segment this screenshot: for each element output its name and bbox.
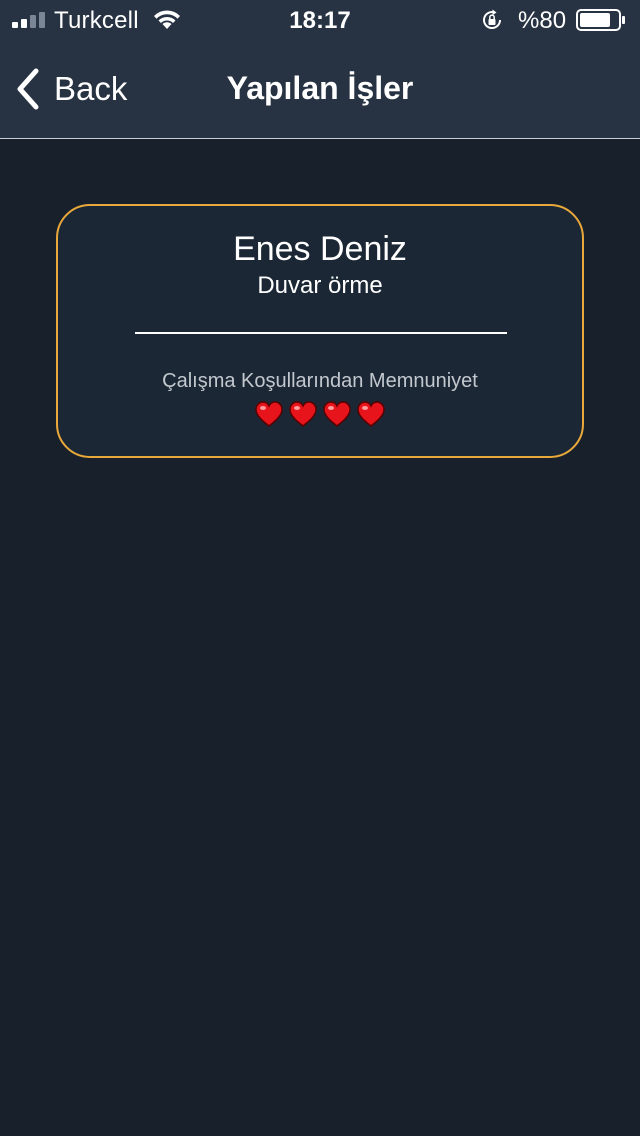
heart-icon (357, 401, 385, 428)
status-bar: Turkcell 18:17 %80 (0, 0, 640, 40)
heart-icon (323, 401, 351, 428)
worker-name: Enes Deniz (233, 230, 407, 268)
navigation-bar: Back Yapılan İşler (0, 40, 640, 138)
battery-percentage: %80 (518, 7, 567, 34)
heart-icon (255, 401, 283, 428)
satisfaction-label: Çalışma Koşullarından Memnuniyet (162, 370, 478, 392)
screen: Turkcell 18:17 %80 Back Yapılan İşler En… (0, 0, 640, 1136)
rotation-lock-icon (483, 9, 502, 29)
battery-icon (576, 9, 625, 31)
divider (135, 332, 507, 334)
work-item-card[interactable]: Enes Deniz Duvar örme Çalışma Koşulların… (56, 204, 584, 458)
page-title: Yapılan İşler (226, 70, 414, 106)
heart-icon (289, 401, 317, 428)
job-description: Duvar örme (257, 272, 383, 299)
satisfaction-rating (58, 400, 582, 428)
header: Turkcell 18:17 %80 Back Yapılan İşler (0, 0, 640, 139)
